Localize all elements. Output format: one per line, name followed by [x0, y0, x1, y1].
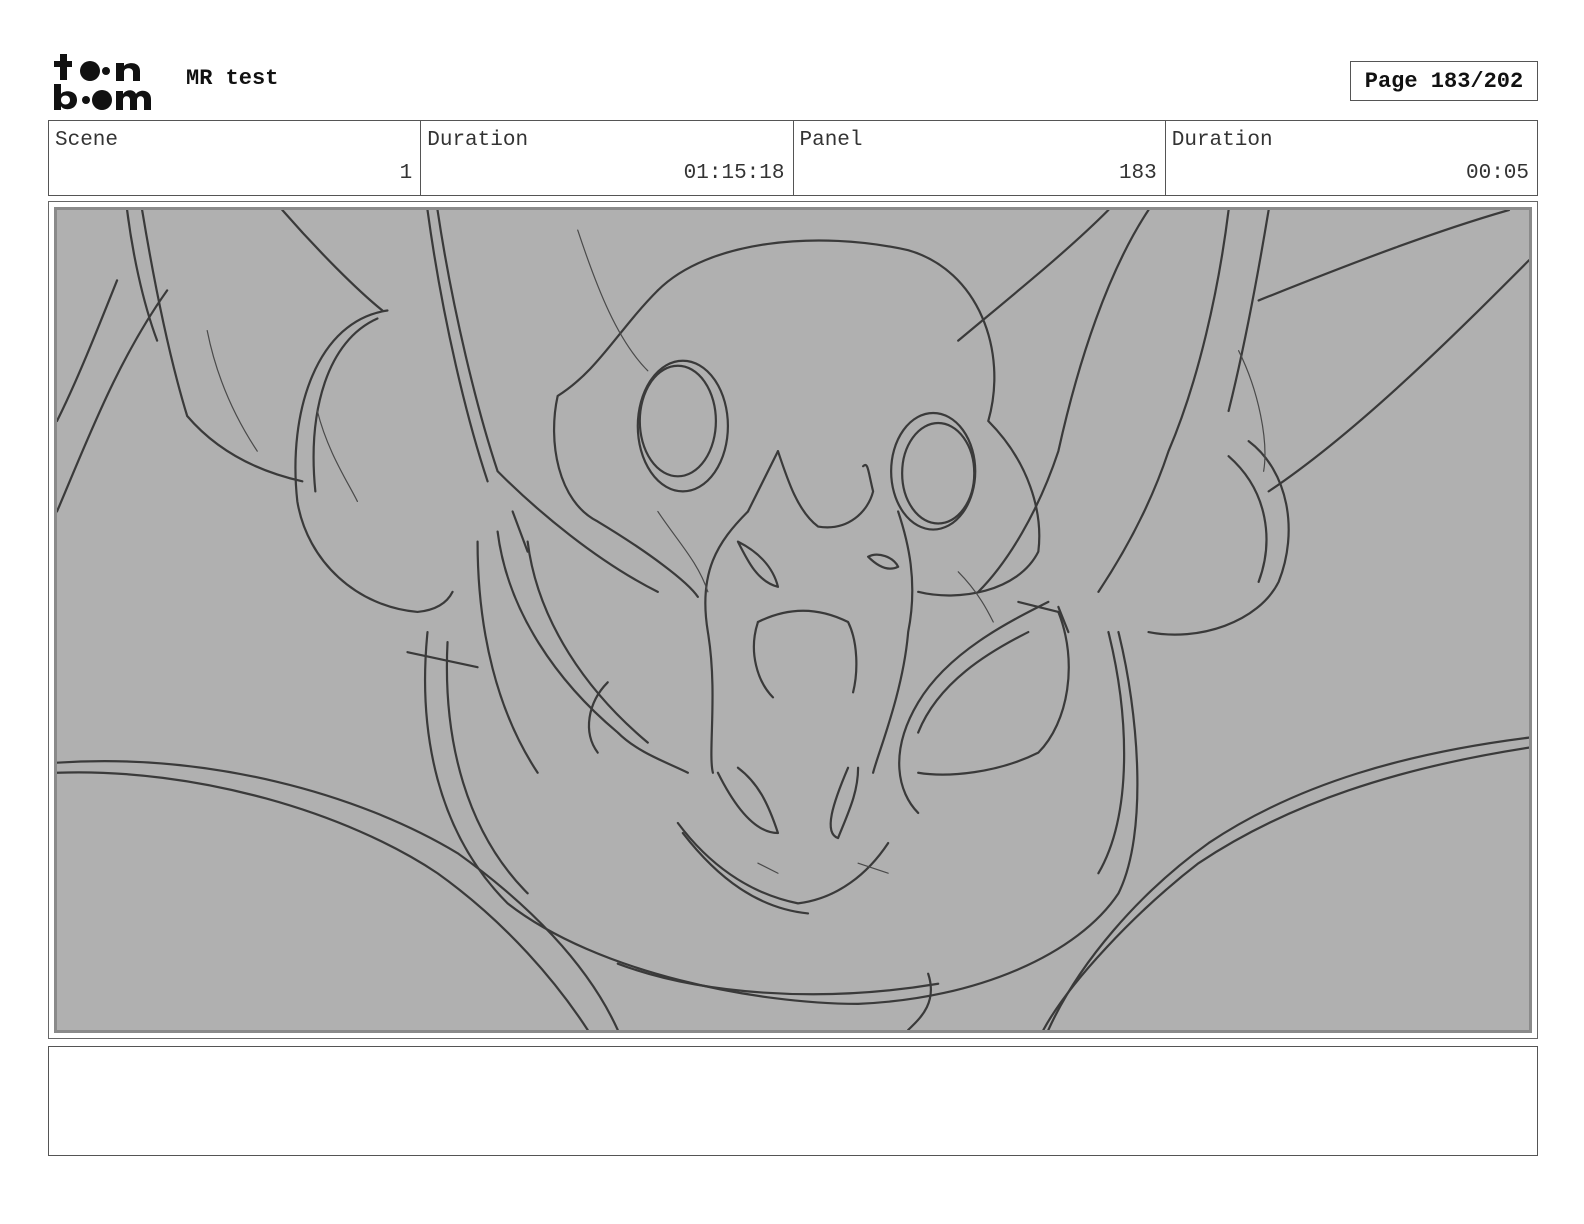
panel-label: Panel — [799, 129, 863, 152]
toonboom-logo — [50, 50, 165, 112]
scene-label: Scene — [55, 129, 119, 152]
scene-duration-cell: Duration 01:15:18 — [421, 121, 794, 195]
panel-value: 183 — [1118, 162, 1157, 185]
notes-box[interactable] — [48, 1046, 1538, 1156]
panel-frame — [48, 201, 1538, 1039]
storyboard-sketch-image — [54, 207, 1532, 1033]
project-title: MR test — [186, 66, 279, 91]
scene-value: 1 — [399, 162, 413, 185]
panel-duration-label: Duration — [1171, 129, 1273, 152]
panel-duration-cell: Duration 00:05 — [1166, 121, 1537, 195]
scene-duration-label: Duration — [427, 129, 529, 152]
page-indicator: Page 183/202 — [1350, 61, 1538, 101]
panel-duration-value: 00:05 — [1465, 162, 1529, 185]
panel-cell: Panel 183 — [794, 121, 1166, 195]
scene-cell: Scene 1 — [49, 121, 422, 195]
scene-duration-value: 01:15:18 — [683, 162, 785, 185]
info-table: Scene 1 Duration 01:15:18 Panel 183 Dura… — [48, 120, 1538, 196]
